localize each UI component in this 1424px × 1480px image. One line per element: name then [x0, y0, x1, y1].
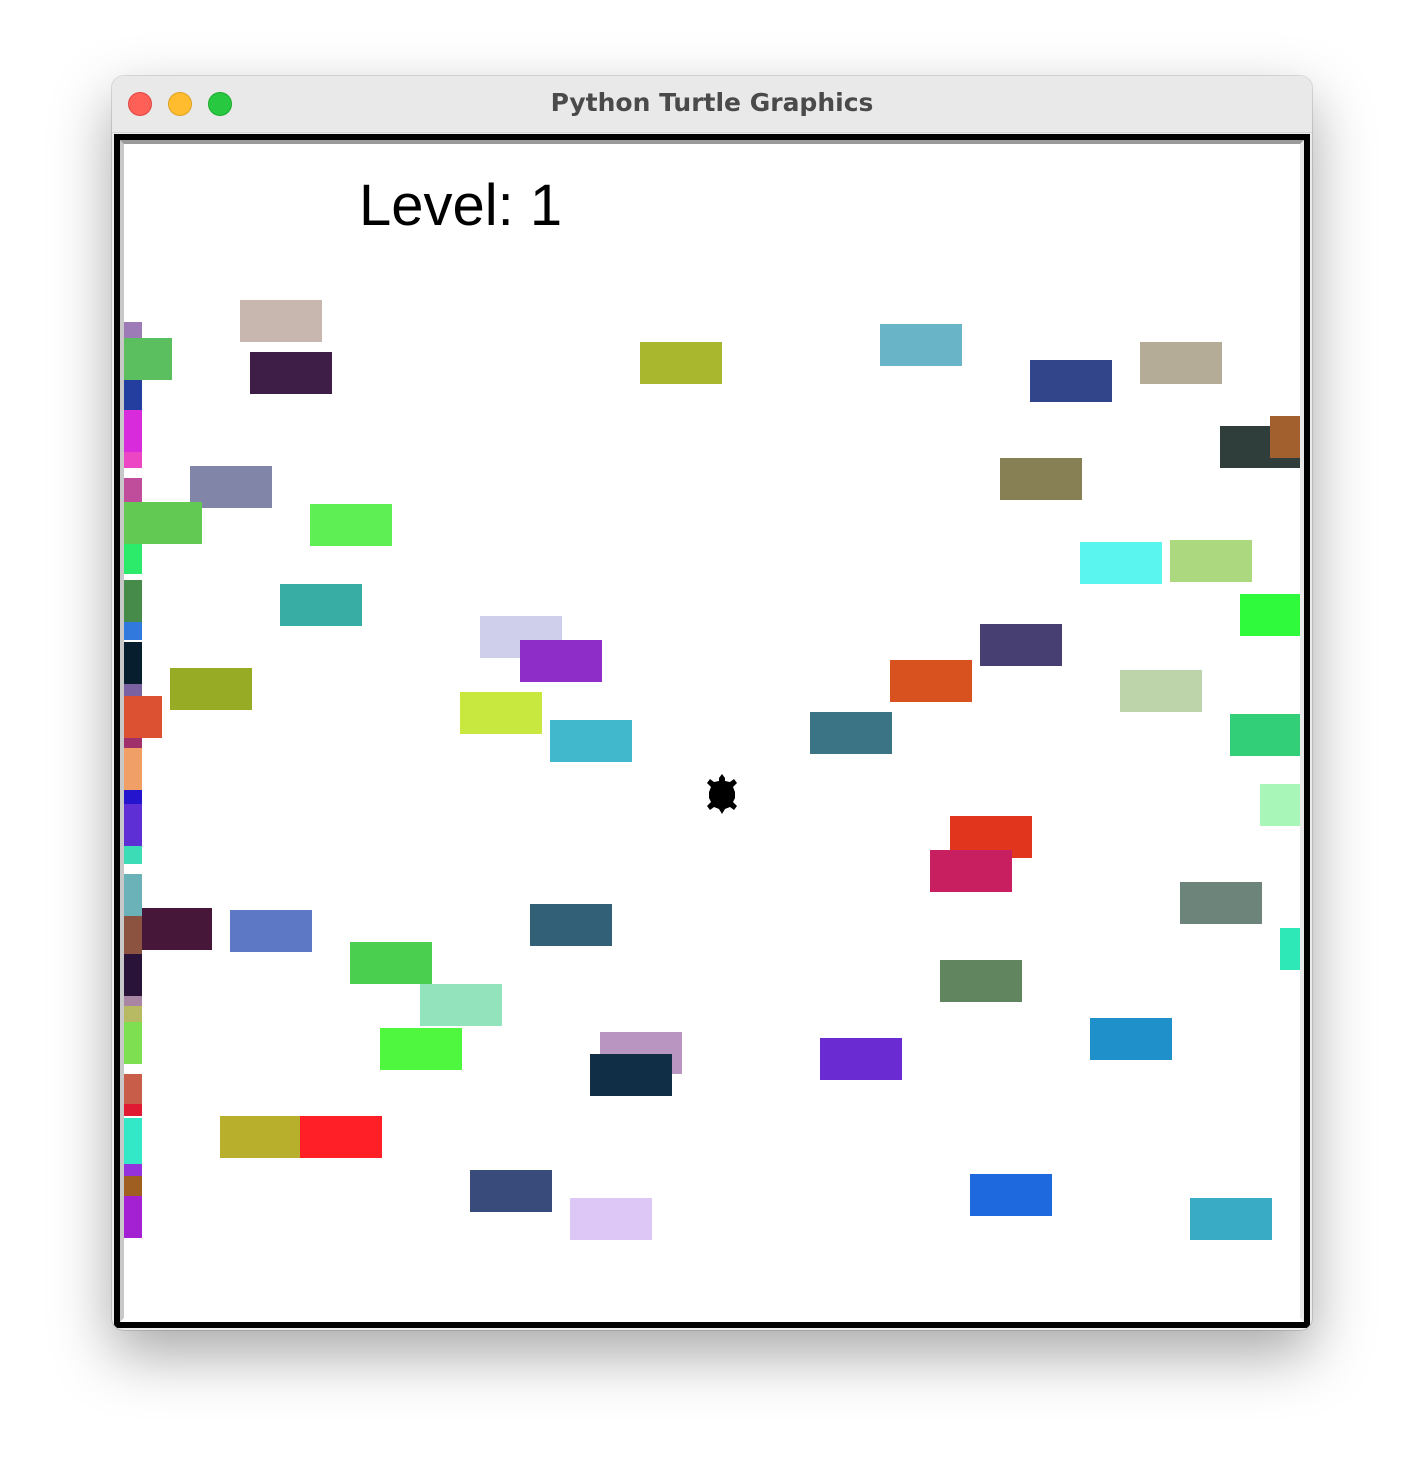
car-block — [310, 504, 392, 546]
car-block — [300, 1116, 382, 1158]
car-block — [1280, 928, 1300, 970]
title-bar[interactable]: Python Turtle Graphics — [112, 76, 1312, 133]
car-block — [1080, 542, 1162, 584]
car-block — [1240, 594, 1300, 636]
car-block — [930, 850, 1012, 892]
car-block — [470, 1170, 552, 1212]
car-block — [190, 466, 272, 508]
car-block — [350, 942, 432, 984]
car-block — [230, 910, 312, 952]
car-block — [124, 1006, 142, 1022]
car-block — [124, 452, 142, 468]
car-block — [1180, 882, 1262, 924]
car-block — [124, 478, 142, 502]
car-block — [124, 1176, 142, 1196]
car-block — [420, 984, 502, 1026]
car-block — [124, 1164, 142, 1176]
car-block — [124, 642, 142, 684]
car-block — [124, 846, 142, 864]
car-block — [1090, 1018, 1172, 1060]
car-block — [1190, 1198, 1272, 1240]
turtle-icon — [707, 774, 737, 814]
car-block — [1230, 714, 1300, 756]
car-block — [124, 622, 142, 640]
car-block — [820, 1038, 902, 1080]
car-block — [810, 712, 892, 754]
car-block — [124, 1022, 142, 1064]
canvas-frame: Level: 1 — [114, 134, 1310, 1328]
car-block — [940, 960, 1022, 1002]
car-block — [124, 1074, 142, 1104]
car-block — [880, 324, 962, 366]
car-block — [130, 908, 212, 950]
car-block — [124, 1118, 142, 1164]
car-block — [980, 624, 1062, 666]
car-block — [124, 954, 142, 996]
car-block — [1140, 342, 1222, 384]
car-block — [124, 874, 142, 916]
car-block — [1030, 360, 1112, 402]
car-block — [550, 720, 632, 762]
car-block — [124, 338, 172, 380]
car-block — [640, 342, 722, 384]
car-block — [124, 1196, 142, 1238]
car-block — [460, 692, 542, 734]
car-block — [1000, 458, 1082, 500]
car-block — [530, 904, 612, 946]
car-block — [124, 410, 142, 452]
car-block — [240, 300, 322, 342]
car-block — [124, 916, 142, 954]
car-block — [570, 1198, 652, 1240]
car-block — [1120, 670, 1202, 712]
car-block — [124, 380, 142, 410]
car-block — [1260, 784, 1300, 826]
car-block — [890, 660, 972, 702]
turtle-window: Python Turtle Graphics Level: 1 — [112, 76, 1312, 1330]
car-block — [124, 684, 142, 696]
game-canvas[interactable]: Level: 1 — [120, 140, 1304, 1322]
car-block — [124, 580, 142, 622]
car-block — [380, 1028, 462, 1070]
window-title: Python Turtle Graphics — [550, 88, 874, 117]
car-block — [124, 502, 202, 544]
car-block — [590, 1054, 672, 1096]
car-block — [520, 640, 602, 682]
car-block — [970, 1174, 1052, 1216]
car-block — [1270, 416, 1300, 458]
car-block — [170, 668, 252, 710]
car-block — [124, 696, 162, 738]
car-block — [1170, 540, 1252, 582]
car-block — [124, 996, 142, 1006]
car-block — [250, 352, 332, 394]
car-block — [124, 544, 142, 574]
car-block — [220, 1116, 302, 1158]
car-block — [124, 790, 142, 804]
car-block — [124, 322, 142, 338]
level-label: Level: 1 — [359, 173, 563, 238]
car-block — [124, 1104, 142, 1116]
car-block — [124, 748, 142, 790]
car-block — [124, 738, 142, 748]
car-block — [124, 804, 142, 846]
car-block — [280, 584, 362, 626]
